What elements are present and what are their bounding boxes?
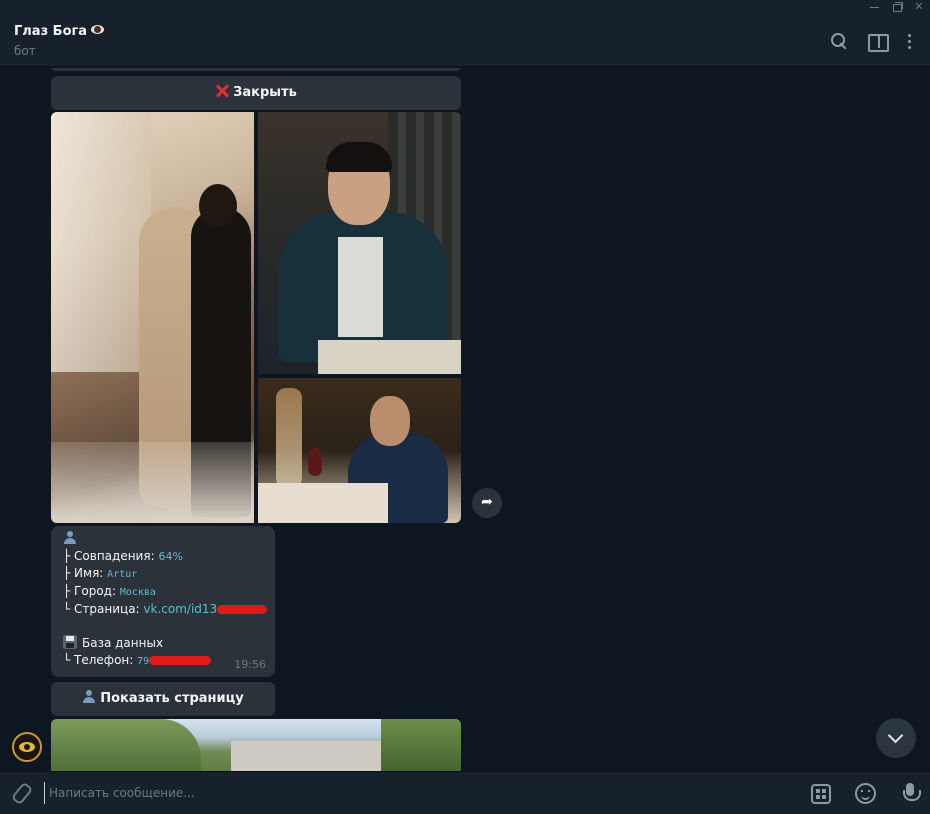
restore-icon[interactable] xyxy=(888,0,906,14)
page-row: └ Страница: vk.com/id13 xyxy=(63,601,268,618)
photo-2-hair xyxy=(326,142,392,172)
close-window-icon[interactable]: ✕ xyxy=(910,0,928,14)
chat-title: Глаз Бога xyxy=(14,24,105,39)
redaction-mark xyxy=(217,605,268,614)
photo-1-hair xyxy=(199,184,237,228)
emoji-icon[interactable] xyxy=(855,783,876,804)
chat-title-text: Глаз Бога xyxy=(14,24,88,39)
album-photo-3[interactable] xyxy=(258,378,461,523)
photo-3-hookah xyxy=(276,388,302,488)
database-label: База данных xyxy=(82,636,164,650)
chat-subtitle: бот xyxy=(14,44,36,58)
attach-icon[interactable] xyxy=(10,782,30,804)
photo-3-face xyxy=(370,396,410,446)
city-label: ├ Город: xyxy=(63,584,116,598)
phone-label: └ Телефон: xyxy=(63,653,134,667)
redaction-mark xyxy=(149,656,212,665)
more-icon[interactable] xyxy=(898,30,920,52)
page-label: └ Страница: xyxy=(63,602,140,616)
window-titlebar: ✕ xyxy=(0,0,930,16)
name-label: ├ Имя: xyxy=(63,566,104,580)
microphone-icon[interactable] xyxy=(900,782,921,806)
person-icon xyxy=(82,689,96,704)
database-row: База данных xyxy=(63,635,263,652)
photo-album[interactable] xyxy=(51,112,461,523)
photo-1-wall xyxy=(51,112,151,372)
message-time: 19:56 xyxy=(234,658,266,671)
previous-keyboard-button[interactable] xyxy=(51,68,461,71)
next-photo-trees xyxy=(51,719,201,771)
minimize-icon[interactable] xyxy=(866,0,884,14)
bot-commands-icon[interactable] xyxy=(811,784,831,804)
cross-mark-icon xyxy=(215,84,229,98)
phone-row: └ Телефон: 79 xyxy=(63,652,263,670)
search-icon[interactable] xyxy=(828,30,850,52)
photo-1-floor xyxy=(51,442,254,523)
album-photo-1[interactable] xyxy=(51,112,254,523)
show-page-label: Показать страницу xyxy=(100,691,244,706)
scroll-down-button[interactable] xyxy=(876,718,916,758)
next-photo[interactable] xyxy=(51,719,461,771)
close-button-label: Закрыть xyxy=(233,85,297,100)
close-button[interactable]: Закрыть xyxy=(51,76,461,110)
show-page-button[interactable]: Показать страницу xyxy=(51,682,275,716)
next-photo-building xyxy=(231,741,381,771)
photo-2-table xyxy=(318,340,461,374)
matches-value: 64% xyxy=(158,550,183,563)
result-message: ├ Совпадения: 64% ├ Имя: Artur ├ Город: … xyxy=(51,526,275,677)
forward-button[interactable] xyxy=(472,488,502,518)
photo-2-shirt xyxy=(338,237,383,337)
city-row: ├ Город: Москва xyxy=(63,583,263,601)
eye-emoji-icon xyxy=(91,25,105,34)
name-row: ├ Имя: Artur xyxy=(63,565,263,583)
result-header xyxy=(63,530,263,548)
photo-3-wine-glass xyxy=(308,448,322,476)
chat-header[interactable]: Глаз Бога бот xyxy=(0,16,930,67)
city-value[interactable]: Москва xyxy=(120,587,156,598)
bot-avatar[interactable] xyxy=(12,732,42,762)
matches-row: ├ Совпадения: 64% xyxy=(63,548,263,565)
name-value[interactable]: Artur xyxy=(107,569,137,580)
photo-3-tablecloth xyxy=(258,483,388,523)
matches-label: ├ Совпадения: xyxy=(63,549,155,563)
floppy-disk-icon xyxy=(63,635,77,649)
person-icon xyxy=(63,530,77,545)
message-input[interactable] xyxy=(44,782,784,804)
sidebar-toggle-icon[interactable] xyxy=(866,30,889,52)
phone-value[interactable]: 79 xyxy=(137,656,149,667)
next-photo-trees-right xyxy=(381,719,461,771)
album-photo-2[interactable] xyxy=(258,112,461,374)
message-list[interactable]: Закрыть ├ Совпадения: 64% ├ xyxy=(0,68,930,771)
page-link[interactable]: vk.com/id13 xyxy=(143,602,217,616)
message-composer xyxy=(0,771,930,814)
